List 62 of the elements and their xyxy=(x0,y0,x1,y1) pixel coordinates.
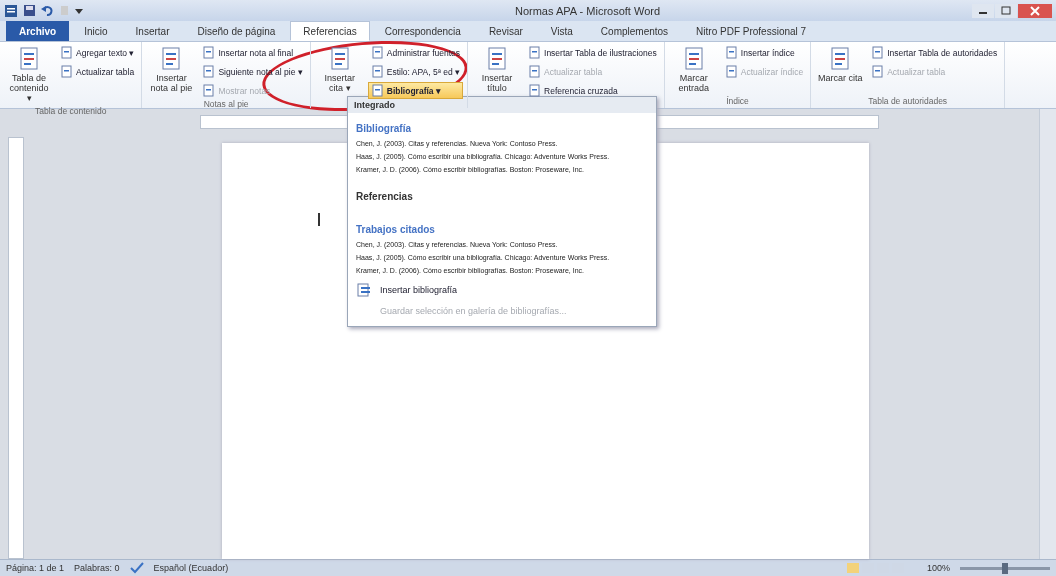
ribbon-tab[interactable]: Complementos xyxy=(587,21,682,41)
page-icon xyxy=(871,65,885,78)
page-icon xyxy=(202,84,216,97)
word-count[interactable]: Palabras: 0 xyxy=(74,563,120,573)
close-icon[interactable] xyxy=(1018,3,1052,18)
group-label: Tabla de contenido xyxy=(34,105,108,116)
page-icon xyxy=(724,46,738,59)
page-icon xyxy=(60,46,73,59)
large-ribbon-button[interactable]: Insertar título xyxy=(472,44,523,99)
page-icon xyxy=(202,65,216,78)
page-icon xyxy=(370,65,384,78)
bibliography-icon xyxy=(356,282,372,298)
ribbon-tab[interactable]: Referencias xyxy=(290,21,370,41)
menu-item[interactable]: Insertar bibliografía xyxy=(348,278,656,302)
ribbon-button[interactable]: Insertar nota al final xyxy=(199,44,306,61)
undo-icon[interactable] xyxy=(41,4,54,17)
word-logo-icon[interactable] xyxy=(4,3,18,18)
large-ribbon-button[interactable]: Tabla de contenido ▾ xyxy=(4,44,54,106)
window-title: Normas APA - Microsoft Word xyxy=(513,4,662,17)
page-icon xyxy=(370,84,384,97)
ribbon-button[interactable]: Actualizar tabla xyxy=(57,63,138,80)
dropdown-arrow-icon[interactable] xyxy=(75,6,83,15)
large-ribbon-button[interactable]: Marcar entrada xyxy=(668,44,719,96)
page-count[interactable]: Página: 1 de 1 xyxy=(6,563,65,573)
save-icon[interactable] xyxy=(23,4,36,17)
minimize-icon[interactable] xyxy=(972,3,994,18)
gallery-item[interactable]: Referencias xyxy=(348,177,656,214)
ribbon-button[interactable]: Agregar texto ▾ xyxy=(57,44,138,61)
ribbon-button[interactable]: Bibliografía ▾ xyxy=(367,82,464,99)
ribbon-tab[interactable]: Nitro PDF Professional 7 xyxy=(683,21,820,41)
ribbon-button[interactable]: Insertar índice xyxy=(721,44,807,61)
page-icon xyxy=(528,65,542,78)
ribbon-button[interactable]: Insertar Tabla de autoridades xyxy=(868,44,1001,61)
menu-section-header: Integrado xyxy=(348,97,656,113)
page-icon xyxy=(60,65,73,78)
group-label: Notas al pie xyxy=(202,99,250,109)
ribbon-tab[interactable]: Revisar xyxy=(475,21,536,41)
page-icon xyxy=(202,46,216,59)
page-icon xyxy=(370,46,384,59)
large-ribbon-button[interactable]: Insertar cita ▾ xyxy=(314,44,365,99)
ribbon-button[interactable]: Insertar Tabla de ilustraciones xyxy=(525,44,660,61)
ribbon-button[interactable]: Estilo: APA, 5ª ed ▾ xyxy=(367,63,464,80)
large-ribbon-button[interactable]: Insertar nota al pie xyxy=(146,44,197,99)
language-indicator[interactable]: Español (Ecuador) xyxy=(153,563,229,573)
group-label: Índice xyxy=(725,96,750,108)
ribbon-tab[interactable]: Inicio xyxy=(71,21,121,41)
text-cursor xyxy=(318,213,320,226)
ribbon-tab[interactable]: Correspondencia xyxy=(371,21,474,41)
ribbon-button[interactable]: Referencia cruzada xyxy=(525,82,660,99)
page-icon xyxy=(528,46,542,59)
page-icon xyxy=(871,46,885,59)
group-label: Tabla de autoridades xyxy=(867,96,949,108)
large-ribbon-button[interactable]: Marcar cita xyxy=(815,44,866,96)
scrollbar[interactable] xyxy=(1039,109,1056,559)
zoom-level[interactable]: 100% xyxy=(926,563,950,573)
ribbon-tab[interactable]: Diseño de página xyxy=(184,21,289,41)
page-icon xyxy=(724,65,738,78)
proofing-check-icon[interactable] xyxy=(129,562,144,574)
ribbon-tab[interactable]: Archivo xyxy=(6,21,70,41)
ribbon-tab[interactable]: Insertar xyxy=(122,21,183,41)
ribbon-tab[interactable]: Vista xyxy=(537,21,586,41)
zoom-slider-thumb[interactable] xyxy=(1002,562,1008,574)
